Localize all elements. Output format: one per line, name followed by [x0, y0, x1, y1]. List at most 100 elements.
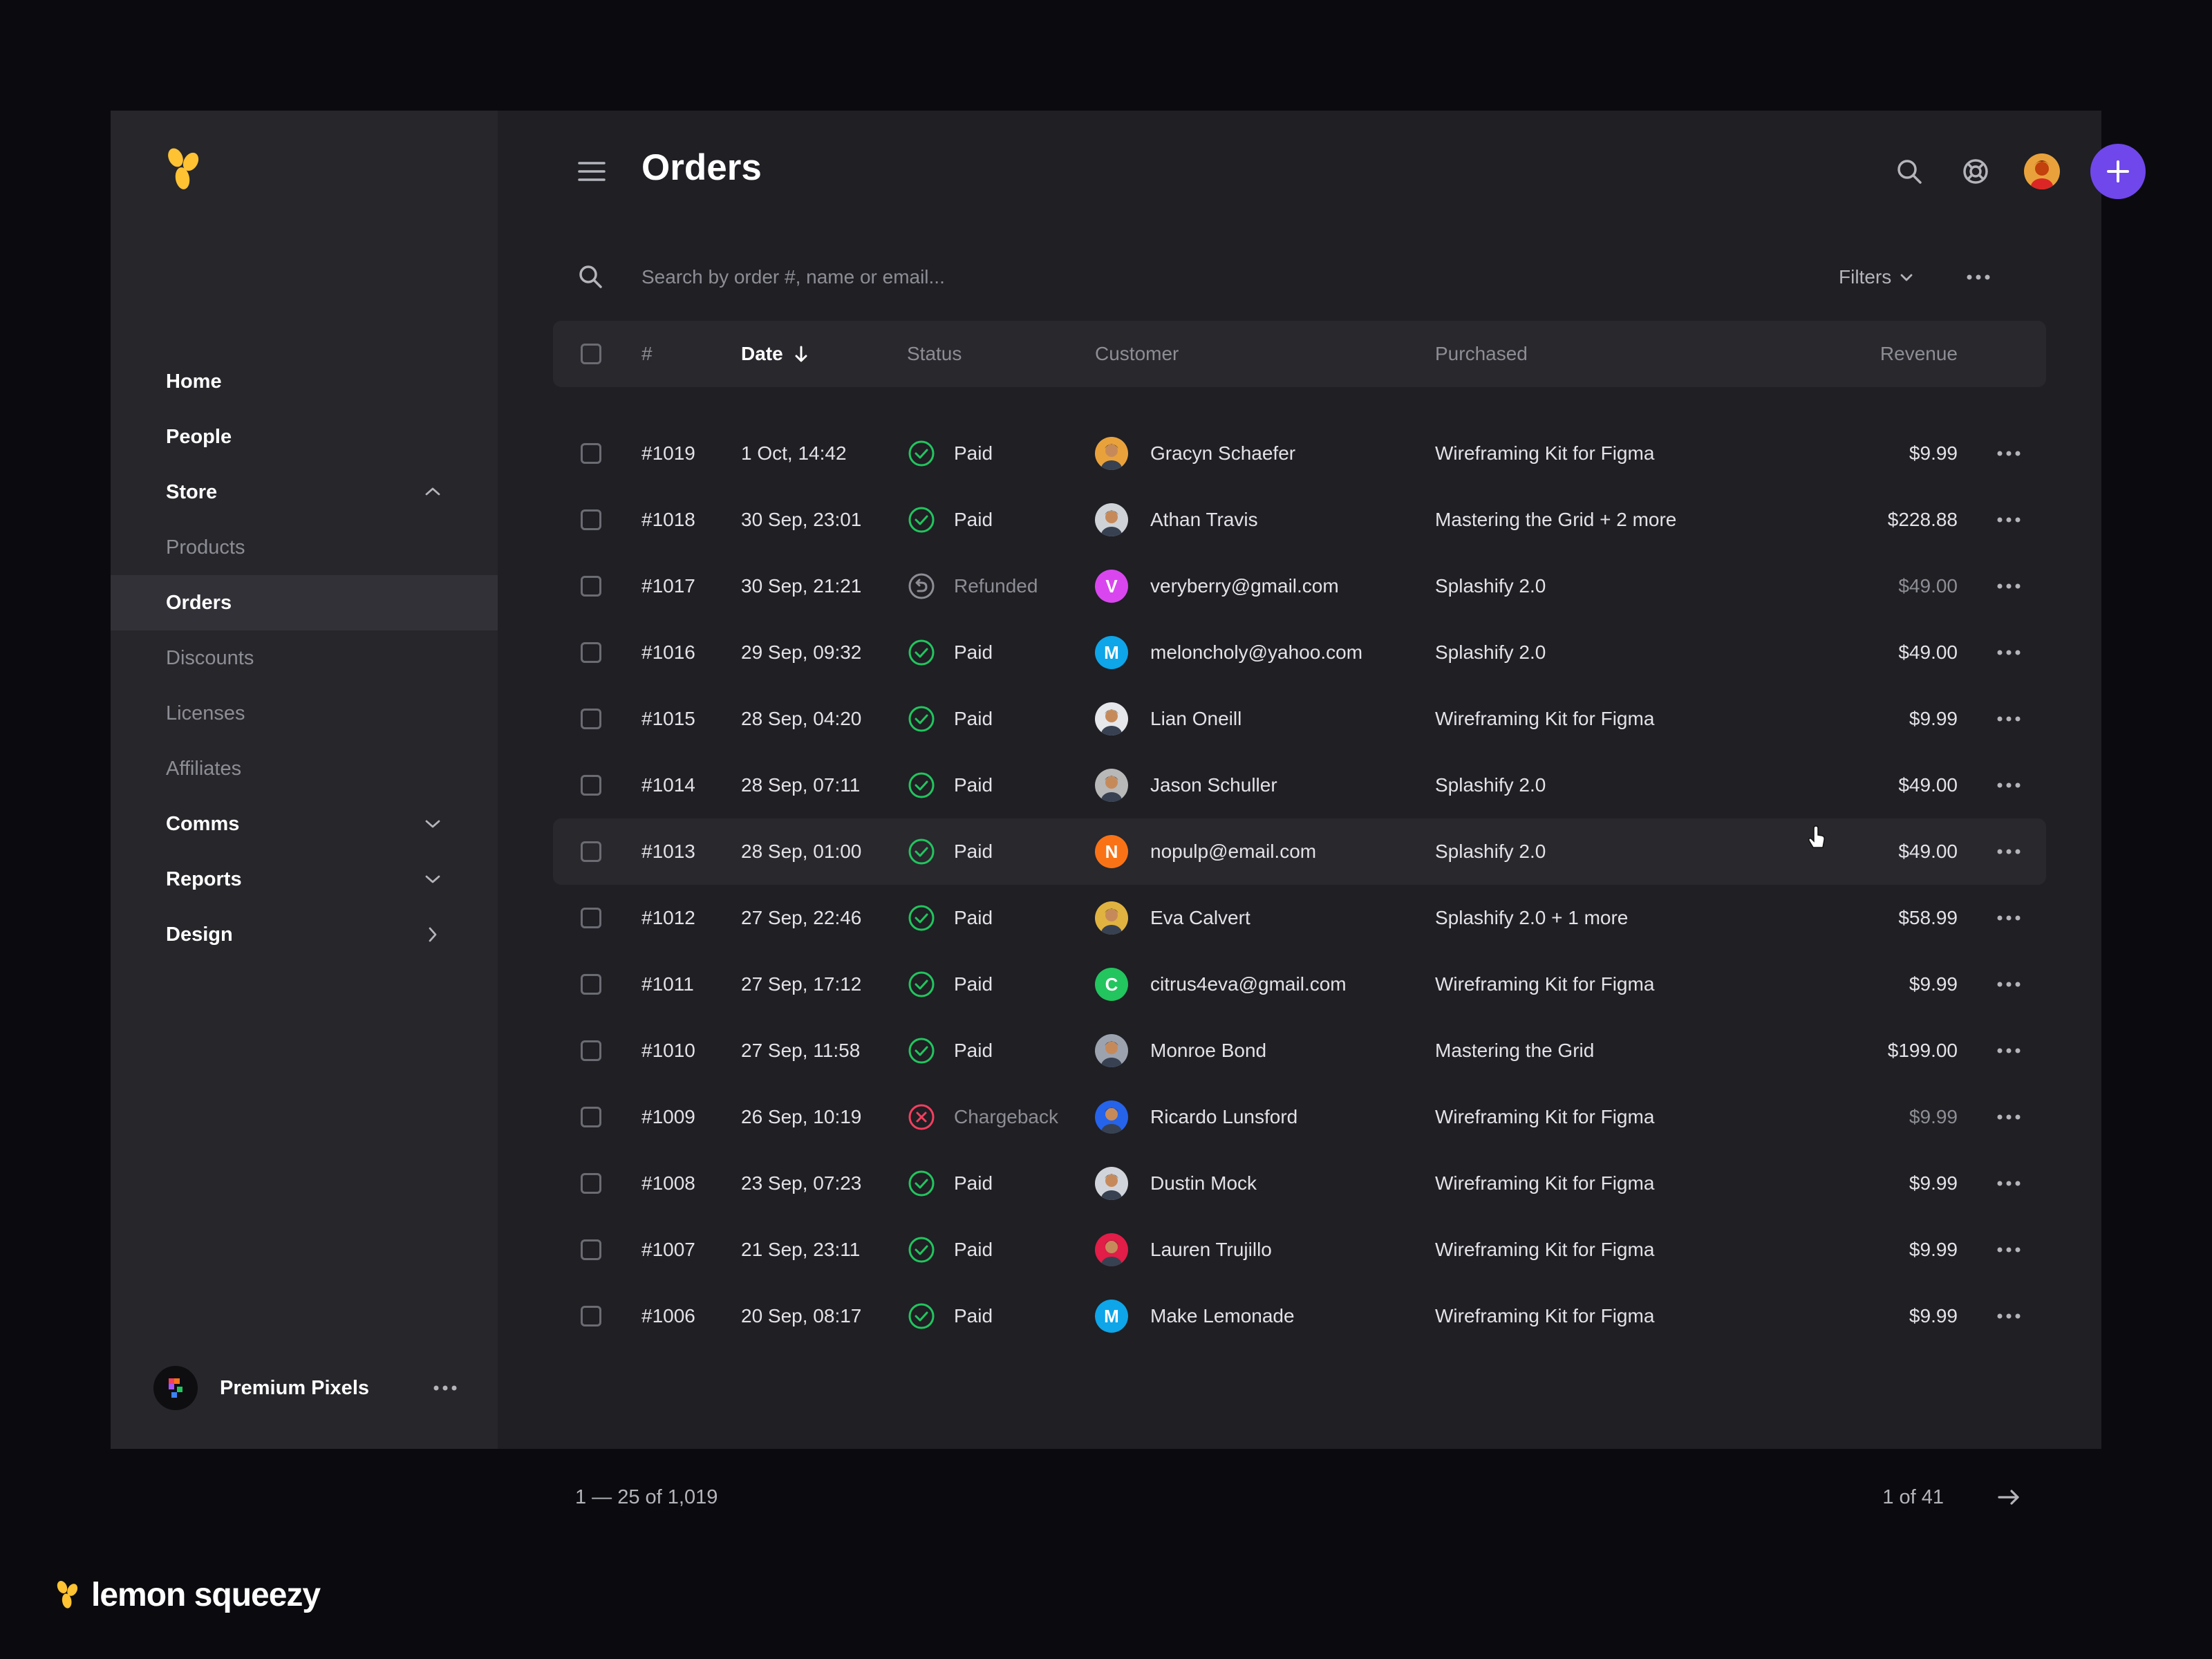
table-row[interactable]: #1018 30 Sep, 23:01 Paid Athan Travis Master… [553, 487, 2046, 553]
row-checkbox[interactable] [581, 974, 601, 995]
workspace-more-icon[interactable] [433, 1385, 458, 1391]
row-checkbox[interactable] [581, 1239, 601, 1260]
workspace-switcher[interactable]: Premium Pixels [153, 1366, 458, 1410]
next-page-button[interactable] [1994, 1482, 2024, 1512]
filters-button[interactable]: Filters [1839, 261, 1915, 293]
table-row[interactable]: #1008 23 Sep, 07:23 Paid Dustin Mock Wirefra… [553, 1150, 2046, 1217]
customer-cell[interactable]: Lian Oneill [1095, 686, 1241, 752]
customer-cell[interactable]: Lauren Trujillo [1095, 1217, 1272, 1283]
column-number[interactable]: # [641, 321, 653, 387]
sidebar-item-design[interactable]: Design [111, 907, 498, 962]
row-checkbox[interactable] [581, 775, 601, 796]
order-number[interactable]: #1019 [641, 420, 695, 487]
order-number[interactable]: #1018 [641, 487, 695, 553]
order-number[interactable]: #1011 [641, 951, 694, 1018]
sidebar-item-products[interactable]: Products [111, 520, 498, 575]
customer-cell[interactable]: Athan Travis [1095, 487, 1258, 553]
menu-icon[interactable] [577, 156, 607, 187]
table-row[interactable]: #1006 20 Sep, 08:17 Paid M Make Lemonade Wire… [553, 1283, 2046, 1349]
row-more-button[interactable] [1994, 1235, 2024, 1265]
sidebar-item-comms[interactable]: Comms [111, 796, 498, 852]
table-row[interactable]: #1015 28 Sep, 04:20 Paid Lian Oneill Wirefra… [553, 686, 2046, 752]
chevron-down-icon[interactable] [423, 814, 442, 834]
table-row[interactable]: #1019 1 Oct, 14:42 Paid Gracyn Schaefer Wire… [553, 420, 2046, 487]
sidebar-item-home[interactable]: Home [111, 354, 498, 409]
customer-cell[interactable]: Gracyn Schaefer [1095, 420, 1295, 487]
table-row[interactable]: #1007 21 Sep, 23:11 Paid Lauren Trujillo Wir… [553, 1217, 2046, 1283]
row-checkbox[interactable] [581, 642, 601, 663]
chevron-up-icon[interactable] [423, 482, 442, 502]
row-checkbox[interactable] [581, 709, 601, 729]
chevron-down-icon[interactable] [423, 870, 442, 889]
order-number[interactable]: #1012 [641, 885, 695, 951]
support-icon[interactable] [1959, 155, 1992, 188]
table-row[interactable]: #1012 27 Sep, 22:46 Paid Eva Calvert Splashi… [553, 885, 2046, 951]
order-number[interactable]: #1015 [641, 686, 695, 752]
row-checkbox[interactable] [581, 1173, 601, 1194]
row-more-button[interactable] [1994, 571, 2024, 601]
column-revenue[interactable]: Revenue [1880, 321, 1958, 387]
sidebar-item-orders[interactable]: Orders [111, 575, 498, 630]
row-checkbox[interactable] [581, 1040, 601, 1061]
sidebar-item-licenses[interactable]: Licenses [111, 686, 498, 741]
sidebar-item-discounts[interactable]: Discounts [111, 630, 498, 686]
order-number[interactable]: #1014 [641, 752, 695, 818]
sidebar-item-reports[interactable]: Reports [111, 852, 498, 907]
row-more-button[interactable] [1994, 1168, 2024, 1199]
row-more-button[interactable] [1994, 637, 2024, 668]
row-more-button[interactable] [1994, 704, 2024, 734]
row-more-button[interactable] [1994, 1102, 2024, 1132]
row-more-button[interactable] [1994, 438, 2024, 469]
customer-cell[interactable]: Nnopulp@email.com [1095, 818, 1316, 885]
row-checkbox[interactable] [581, 1306, 601, 1327]
column-status[interactable]: Status [907, 321, 962, 387]
chevron-right-icon[interactable] [423, 925, 442, 944]
row-checkbox[interactable] [581, 509, 601, 530]
table-row[interactable]: #1014 28 Sep, 07:11 Paid Jason Schuller Spla… [553, 752, 2046, 818]
order-number[interactable]: #1007 [641, 1217, 695, 1283]
order-number[interactable]: #1006 [641, 1283, 695, 1349]
order-number[interactable]: #1017 [641, 553, 695, 619]
order-number[interactable]: #1008 [641, 1150, 695, 1217]
sidebar-item-store[interactable]: Store [111, 465, 498, 520]
customer-cell[interactable]: M Make Lemonade [1095, 1283, 1295, 1349]
search-input[interactable] [641, 259, 1678, 296]
order-number[interactable]: #1010 [641, 1018, 695, 1084]
row-checkbox[interactable] [581, 1107, 601, 1127]
sidebar-item-affiliates[interactable]: Affiliates [111, 741, 498, 796]
row-checkbox[interactable] [581, 576, 601, 597]
sidebar-item-people[interactable]: People [111, 409, 498, 465]
table-row[interactable]: #1010 27 Sep, 11:58 Paid Monroe Bond Masteri… [553, 1018, 2046, 1084]
row-more-button[interactable] [1994, 969, 2024, 1000]
row-more-button[interactable] [1994, 836, 2024, 867]
row-more-button[interactable] [1994, 770, 2024, 800]
customer-cell[interactable]: Ccitrus4eva@gmail.com [1095, 951, 1347, 1018]
column-purchased[interactable]: Purchased [1435, 321, 1528, 387]
order-number[interactable]: #1016 [641, 619, 695, 686]
lemon-logo-icon[interactable] [163, 147, 205, 194]
customer-cell[interactable]: Monroe Bond [1095, 1018, 1266, 1084]
add-button[interactable] [2090, 144, 2146, 199]
row-more-button[interactable] [1994, 1035, 2024, 1066]
row-checkbox[interactable] [581, 841, 601, 862]
customer-cell[interactable]: Vveryberry@gmail.com [1095, 553, 1339, 619]
table-row[interactable]: #1017 30 Sep, 21:21 Refunded Vveryberry@gma… [553, 553, 2046, 619]
order-number[interactable]: #1013 [641, 818, 695, 885]
table-row[interactable]: #1011 27 Sep, 17:12 Paid Ccitrus4eva@gmail.… [553, 951, 2046, 1018]
select-all-checkbox[interactable] [581, 344, 601, 364]
table-row[interactable]: #1009 26 Sep, 10:19 Chargeback Ricardo Luns… [553, 1084, 2046, 1150]
order-number[interactable]: #1009 [641, 1084, 695, 1150]
customer-cell[interactable]: Mmeloncholy@yahoo.com [1095, 619, 1362, 686]
customer-cell[interactable]: Ricardo Lunsford [1095, 1084, 1297, 1150]
customer-cell[interactable]: Eva Calvert [1095, 885, 1250, 951]
row-checkbox[interactable] [581, 443, 601, 464]
customer-cell[interactable]: Dustin Mock [1095, 1150, 1257, 1217]
row-checkbox[interactable] [581, 908, 601, 928]
row-more-button[interactable] [1994, 505, 2024, 535]
column-customer[interactable]: Customer [1095, 321, 1179, 387]
header-search-icon[interactable] [1893, 155, 1926, 188]
column-date[interactable]: Date [741, 321, 811, 387]
user-avatar[interactable] [2024, 153, 2060, 189]
row-more-button[interactable] [1994, 903, 2024, 933]
table-row[interactable]: #1016 29 Sep, 09:32 Paid Mmeloncholy@yahoo.… [553, 619, 2046, 686]
